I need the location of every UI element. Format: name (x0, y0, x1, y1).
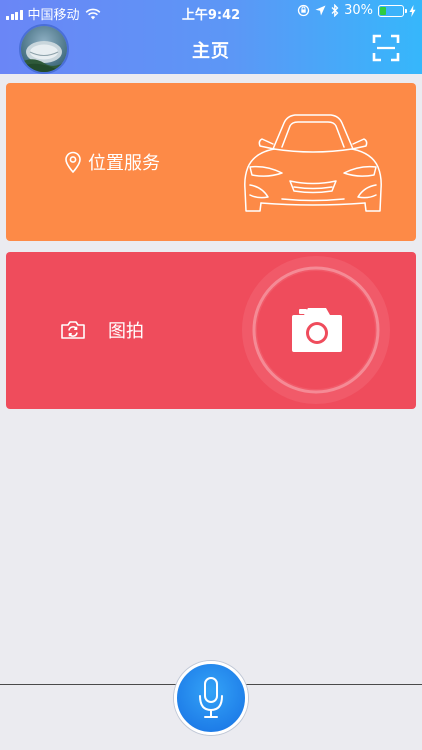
location-arrow-icon (315, 5, 326, 16)
location-service-label: 位置服务 (88, 153, 160, 174)
location-service-label-group: 位置服务 (64, 149, 160, 175)
page-title: 主页 (192, 41, 230, 62)
charging-bolt-icon (409, 4, 416, 17)
bluetooth-icon (331, 4, 339, 17)
location-service-card[interactable]: 位置服务 (6, 83, 416, 241)
photo-label: 图拍 (108, 321, 144, 342)
status-right: 30% (297, 3, 416, 18)
scan-icon (372, 34, 400, 62)
orientation-lock-icon (297, 4, 310, 17)
app-header: 中国移动 上午9:42 30% 主页 (0, 0, 422, 74)
battery-percent: 30% (344, 3, 373, 18)
camera-illustration (242, 256, 390, 404)
battery-icon (378, 4, 407, 17)
camera-rotate-icon (61, 321, 85, 339)
battery-fill (380, 6, 386, 15)
location-pin-icon (65, 151, 81, 173)
scan-button[interactable] (372, 34, 400, 62)
photo-label-group: 图拍 (60, 317, 144, 343)
photo-card[interactable]: 图拍 (6, 252, 416, 409)
voice-input-button[interactable] (174, 661, 248, 735)
app-screen: 中国移动 上午9:42 30% 主页 位置服务 图拍 (0, 0, 422, 750)
nav-bar: 主页 (0, 24, 422, 74)
microphone-icon (199, 677, 223, 718)
status-bar: 中国移动 上午9:42 30% (0, 0, 422, 24)
car-outline-icon (244, 114, 382, 212)
